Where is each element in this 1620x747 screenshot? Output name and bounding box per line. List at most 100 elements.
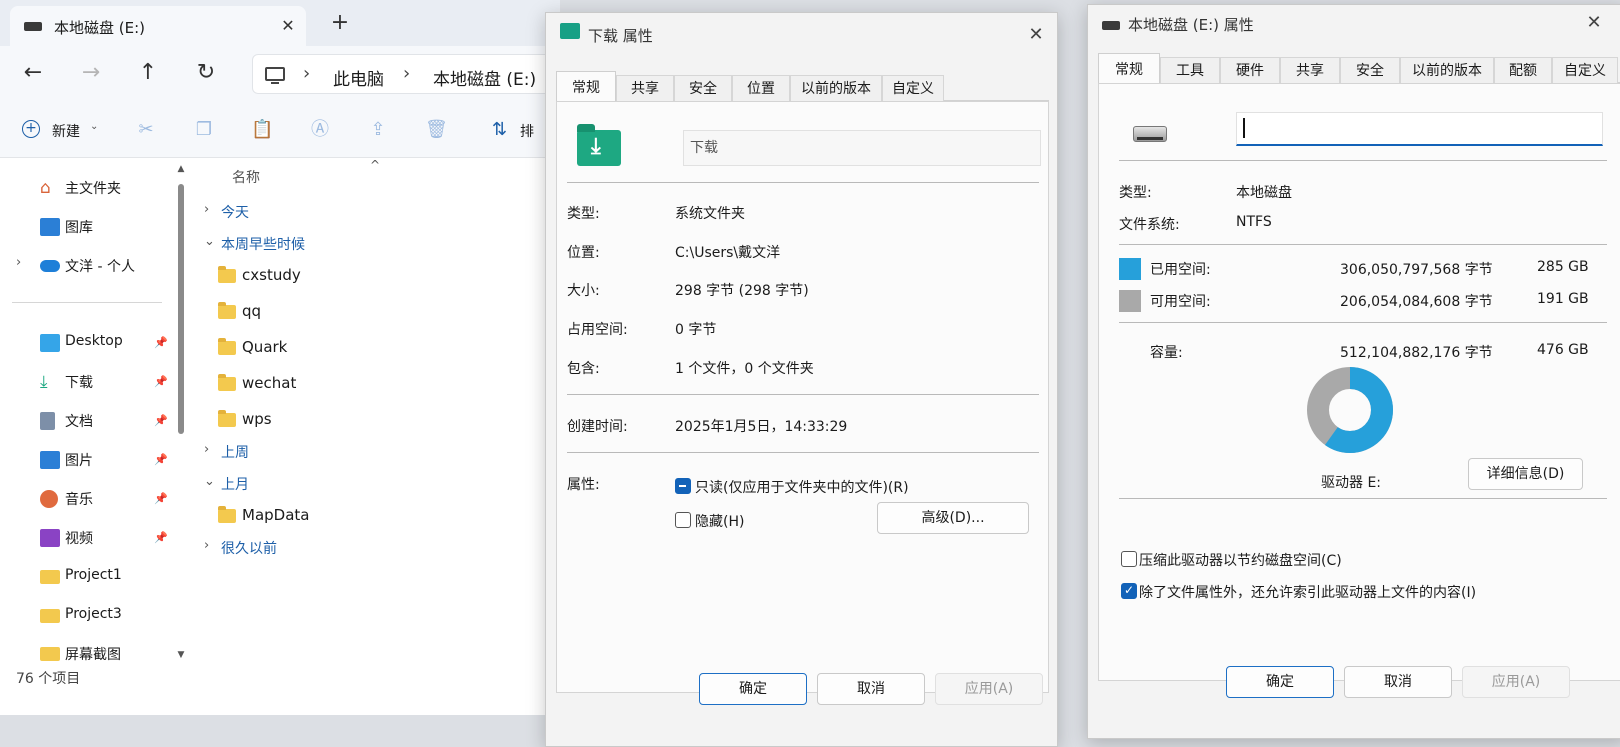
cancel-button[interactable]: 取消 xyxy=(817,673,925,705)
download-folder-icon xyxy=(560,23,580,39)
text-cursor xyxy=(1243,118,1245,138)
used-space-gb: 285 GB xyxy=(1537,259,1589,275)
chevron-right-icon[interactable]: › xyxy=(16,255,21,270)
ok-button[interactable]: 确定 xyxy=(699,673,807,705)
scroll-up-icon[interactable]: ▲ xyxy=(176,164,186,174)
status-bar: 76 个项目 xyxy=(16,671,81,687)
compress-label[interactable]: 压缩此驱动器以节约磁盘空间(C) xyxy=(1139,550,1342,570)
share-icon[interactable]: ⇪ xyxy=(367,119,389,141)
delete-icon[interactable]: 🗑 xyxy=(425,119,448,141)
navigation-bar: ← → ↑ ↻ › 此电脑 › 本地磁盘 (E:) xyxy=(0,46,572,102)
breadcrumb-this-pc[interactable]: 此电脑 xyxy=(333,65,384,90)
folder-icon xyxy=(218,338,236,355)
tab-sharing[interactable]: 共享 xyxy=(616,75,674,101)
sort-ascending-icon: ^ xyxy=(370,158,381,172)
forward-arrow-icon[interactable]: → xyxy=(74,57,108,91)
back-arrow-icon[interactable]: ← xyxy=(16,57,50,91)
pin-icon[interactable]: 📌 xyxy=(154,336,168,349)
group-label: 本周早些时候 xyxy=(221,237,305,253)
document-icon xyxy=(40,412,55,430)
rename-icon[interactable]: Ⓐ xyxy=(309,119,331,141)
paste-icon[interactable]: 📋 xyxy=(251,119,273,141)
tab-security[interactable]: 安全 xyxy=(1340,57,1400,83)
new-button[interactable]: + 新建 ⌄ xyxy=(14,112,104,146)
folder-icon xyxy=(40,609,60,623)
close-icon[interactable]: ✕ xyxy=(276,14,300,38)
sidebar-item-label: Desktop xyxy=(65,333,123,349)
close-icon[interactable]: ✕ xyxy=(1578,9,1610,37)
hidden-checkbox[interactable] xyxy=(675,512,691,528)
tab-strip: 本地磁盘 (E:) ✕ + xyxy=(0,0,560,46)
tab-tools[interactable]: 工具 xyxy=(1160,57,1220,83)
tab-customize[interactable]: 自定义 xyxy=(882,75,944,101)
tab-location[interactable]: 位置 xyxy=(732,75,790,101)
folder-icon xyxy=(218,266,236,283)
scrollbar[interactable]: ▲ ▼ xyxy=(176,164,186,664)
dialog-title: 下载 属性 xyxy=(588,27,653,45)
tab-previous-versions[interactable]: 以前的版本 xyxy=(790,75,882,101)
apply-button[interactable]: 应用(A) xyxy=(935,673,1043,705)
plus-icon: + xyxy=(22,120,40,138)
sort-icon[interactable]: ⇅ xyxy=(492,119,507,140)
refresh-icon[interactable]: ↻ xyxy=(189,57,223,91)
tab-local-disk[interactable]: 本地磁盘 (E:) ✕ xyxy=(10,6,306,46)
file-list: 名称 ^ › 今天 ⌄ 本周早些时候 cxstudy qq Quark wech… xyxy=(190,158,560,668)
breadcrumb-local-disk[interactable]: 本地磁盘 (E:) xyxy=(433,65,536,90)
type-value: 系统文件夹 xyxy=(675,206,745,222)
chevron-right-icon: › xyxy=(403,63,411,84)
address-bar[interactable]: › 此电脑 › 本地磁盘 (E:) xyxy=(252,54,572,94)
free-space-swatch xyxy=(1119,290,1141,312)
hidden-label[interactable]: 隐藏(H) xyxy=(695,511,744,531)
tab-sharing[interactable]: 共享 xyxy=(1280,57,1340,83)
column-header-name[interactable]: 名称 xyxy=(232,167,260,187)
cancel-button[interactable]: 取消 xyxy=(1344,666,1452,698)
pin-icon[interactable]: 📌 xyxy=(154,453,168,466)
drive-name-input[interactable] xyxy=(1236,112,1603,146)
new-tab-icon[interactable]: + xyxy=(326,10,354,38)
scroll-down-icon[interactable]: ▼ xyxy=(176,650,186,660)
compress-checkbox[interactable] xyxy=(1121,551,1137,567)
file-name: Quark xyxy=(242,338,288,356)
file-name: cxstudy xyxy=(242,266,301,284)
pin-icon[interactable]: 📌 xyxy=(154,375,168,388)
apply-button[interactable]: 应用(A) xyxy=(1462,666,1570,698)
used-space-label: 已用空间: xyxy=(1150,262,1211,278)
pin-icon[interactable]: 📌 xyxy=(154,492,168,505)
scrollbar-thumb[interactable] xyxy=(178,184,184,434)
pin-icon[interactable]: 📌 xyxy=(154,414,168,427)
tab-hardware[interactable]: 硬件 xyxy=(1220,57,1280,83)
divider xyxy=(1119,322,1607,323)
filesystem-label: 文件系统: xyxy=(1119,217,1180,233)
advanced-button[interactable]: 高级(D)... xyxy=(877,502,1029,534)
tab-quota[interactable]: 配额 xyxy=(1494,57,1552,83)
close-icon[interactable]: ✕ xyxy=(1020,21,1052,49)
attributes-label: 属性: xyxy=(567,477,600,493)
readonly-checkbox[interactable] xyxy=(675,478,691,494)
tab-general[interactable]: 常规 xyxy=(1098,53,1160,83)
details-button[interactable]: 详细信息(D) xyxy=(1468,458,1583,490)
ok-button[interactable]: 确定 xyxy=(1226,666,1334,698)
drive-icon xyxy=(1102,21,1120,30)
up-arrow-icon[interactable]: ↑ xyxy=(131,57,165,91)
sidebar-item-label: 图库 xyxy=(65,220,93,236)
cut-icon[interactable]: ✂ xyxy=(135,119,157,141)
file-name: wechat xyxy=(242,374,297,392)
chevron-down-icon: ⌄ xyxy=(204,474,215,489)
tab-previous-versions[interactable]: 以前的版本 xyxy=(1400,57,1494,83)
copy-icon[interactable]: ❐ xyxy=(193,119,215,141)
group-label: 今天 xyxy=(221,205,249,221)
folder-name-field[interactable]: 下载 xyxy=(683,130,1041,166)
tab-customize[interactable]: 自定义 xyxy=(1552,57,1618,83)
index-checkbox[interactable]: ✓ xyxy=(1121,583,1137,599)
readonly-label[interactable]: 只读(仅应用于文件夹中的文件)(R) xyxy=(695,477,909,497)
tab-general[interactable]: 常规 xyxy=(556,71,616,101)
index-label[interactable]: 除了文件属性外，还允许索引此驱动器上文件的内容(I) xyxy=(1139,582,1476,602)
tab-security[interactable]: 安全 xyxy=(674,75,732,101)
drive-properties-dialog: 本地磁盘 (E:) 属性 ✕ 常规 工具 硬件 共享 安全 以前的版本 配额 自… xyxy=(1087,4,1620,739)
tab-bar: 常规 共享 安全 位置 以前的版本 自定义 xyxy=(556,71,1049,101)
sort-label[interactable]: 排 xyxy=(520,121,534,141)
pin-icon[interactable]: 📌 xyxy=(154,531,168,544)
folder-icon xyxy=(218,302,236,319)
sidebar-item-label: 文档 xyxy=(65,414,93,430)
divider xyxy=(12,302,162,303)
